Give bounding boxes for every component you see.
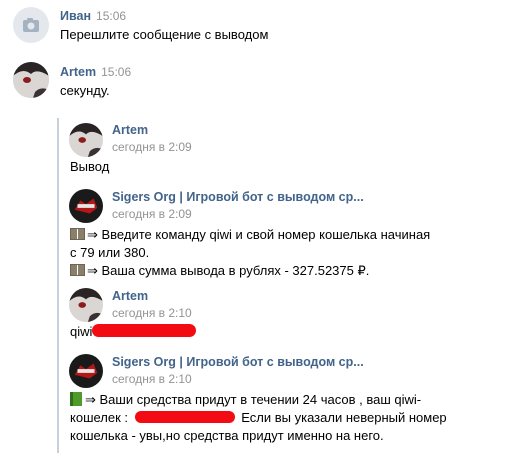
author-name[interactable]: Иван 15:06 (60, 9, 126, 23)
forwarded-author[interactable]: Sigers Org | Игровой бот с выводом ср... (112, 190, 364, 204)
money-emoji-icon (70, 228, 85, 240)
camera-icon (23, 18, 39, 32)
forwarded-text: ⇒ Введите команду qiwi и свой номер коше… (70, 226, 430, 244)
forwarded-text: ⇒ Ваши средства придут в течении 24 часо… (70, 391, 421, 409)
sigers-logo-icon (69, 354, 103, 388)
avatar-artem[interactable] (69, 288, 103, 322)
forwarded-text: кошелек : Если вы указали неверный номер (70, 410, 447, 425)
redaction-mark (92, 324, 197, 337)
green-book-icon (70, 392, 82, 406)
forwarded-date[interactable]: сегодня в 2:09 (112, 207, 192, 221)
avatar-artem[interactable] (13, 62, 49, 98)
anime-avatar-icon (69, 288, 103, 322)
avatar-sigers-bot[interactable] (69, 354, 103, 388)
forwarded-author[interactable]: Artem (112, 123, 148, 137)
anime-avatar-icon (69, 123, 103, 157)
avatar-artem[interactable] (69, 123, 103, 157)
message-ivan: Иван 15:06 Перешлите сообщение с выводом (0, 0, 507, 55)
forwarded-text: qiwi (70, 323, 197, 341)
forwarded-text: ⇒ Ваша сумма вывода в рублях - 327.52375… (70, 262, 369, 280)
anime-avatar-icon (13, 62, 49, 98)
forwarded-text: с 79 или 380. (70, 245, 150, 260)
forward-quote-bar (57, 118, 59, 453)
forwarded-date[interactable]: сегодня в 2:09 (112, 140, 192, 154)
forwarded-text: Вывод (70, 159, 110, 174)
forwarded-author[interactable]: Sigers Org | Игровой бот с выводом ср... (112, 355, 364, 369)
message-text: секунду. (60, 83, 110, 98)
forwarded-date[interactable]: сегодня в 2:10 (112, 372, 192, 386)
author-name[interactable]: Artem 15:06 (60, 65, 131, 79)
message-artem: Artem 15:06 секунду. (0, 58, 507, 108)
forwarded-text: кошелька - увы,но средства придут именно… (70, 428, 384, 443)
avatar-ivan[interactable] (13, 7, 49, 43)
message-text: Перешлите сообщение с выводом (60, 27, 269, 42)
message-time[interactable]: 15:06 (101, 65, 131, 79)
avatar-sigers-bot[interactable] (69, 189, 103, 223)
sigers-logo-icon (69, 189, 103, 223)
message-time[interactable]: 15:06 (96, 9, 126, 23)
forwarded-author[interactable]: Artem (112, 289, 148, 303)
forwarded-date[interactable]: сегодня в 2:10 (112, 306, 192, 320)
redaction-mark (134, 411, 235, 423)
money-emoji-icon (70, 264, 85, 276)
